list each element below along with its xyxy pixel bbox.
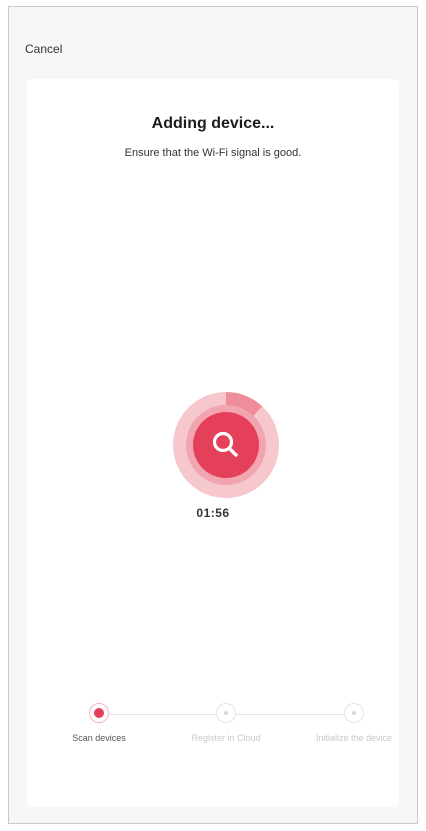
scan-core: [193, 412, 259, 478]
step-initialize-device: Initialize the device: [314, 703, 394, 744]
scan-progress-ring: [173, 392, 279, 498]
scan-indicator: [173, 392, 279, 498]
step-label: Register in Cloud: [191, 733, 261, 743]
countdown-timer: 01:56: [196, 506, 230, 520]
app-frame: Cancel Adding device... Ensure that the …: [8, 6, 418, 824]
step-scan-devices: Scan devices: [59, 703, 139, 744]
step-register-cloud: Register in Cloud: [186, 703, 266, 744]
top-bar: Cancel: [9, 7, 417, 79]
step-label: Scan devices: [72, 733, 126, 743]
page-subtitle: Ensure that the Wi-Fi signal is good.: [124, 147, 302, 159]
cancel-button[interactable]: Cancel: [25, 42, 62, 56]
content-card: Adding device... Ensure that the Wi-Fi s…: [27, 79, 399, 807]
step-pending-dot: [344, 703, 364, 723]
page-title: Adding device...: [151, 115, 275, 132]
step-label: Initialize the device: [315, 733, 393, 743]
step-active-dot: [89, 703, 109, 723]
step-pending-dot: [216, 703, 236, 723]
